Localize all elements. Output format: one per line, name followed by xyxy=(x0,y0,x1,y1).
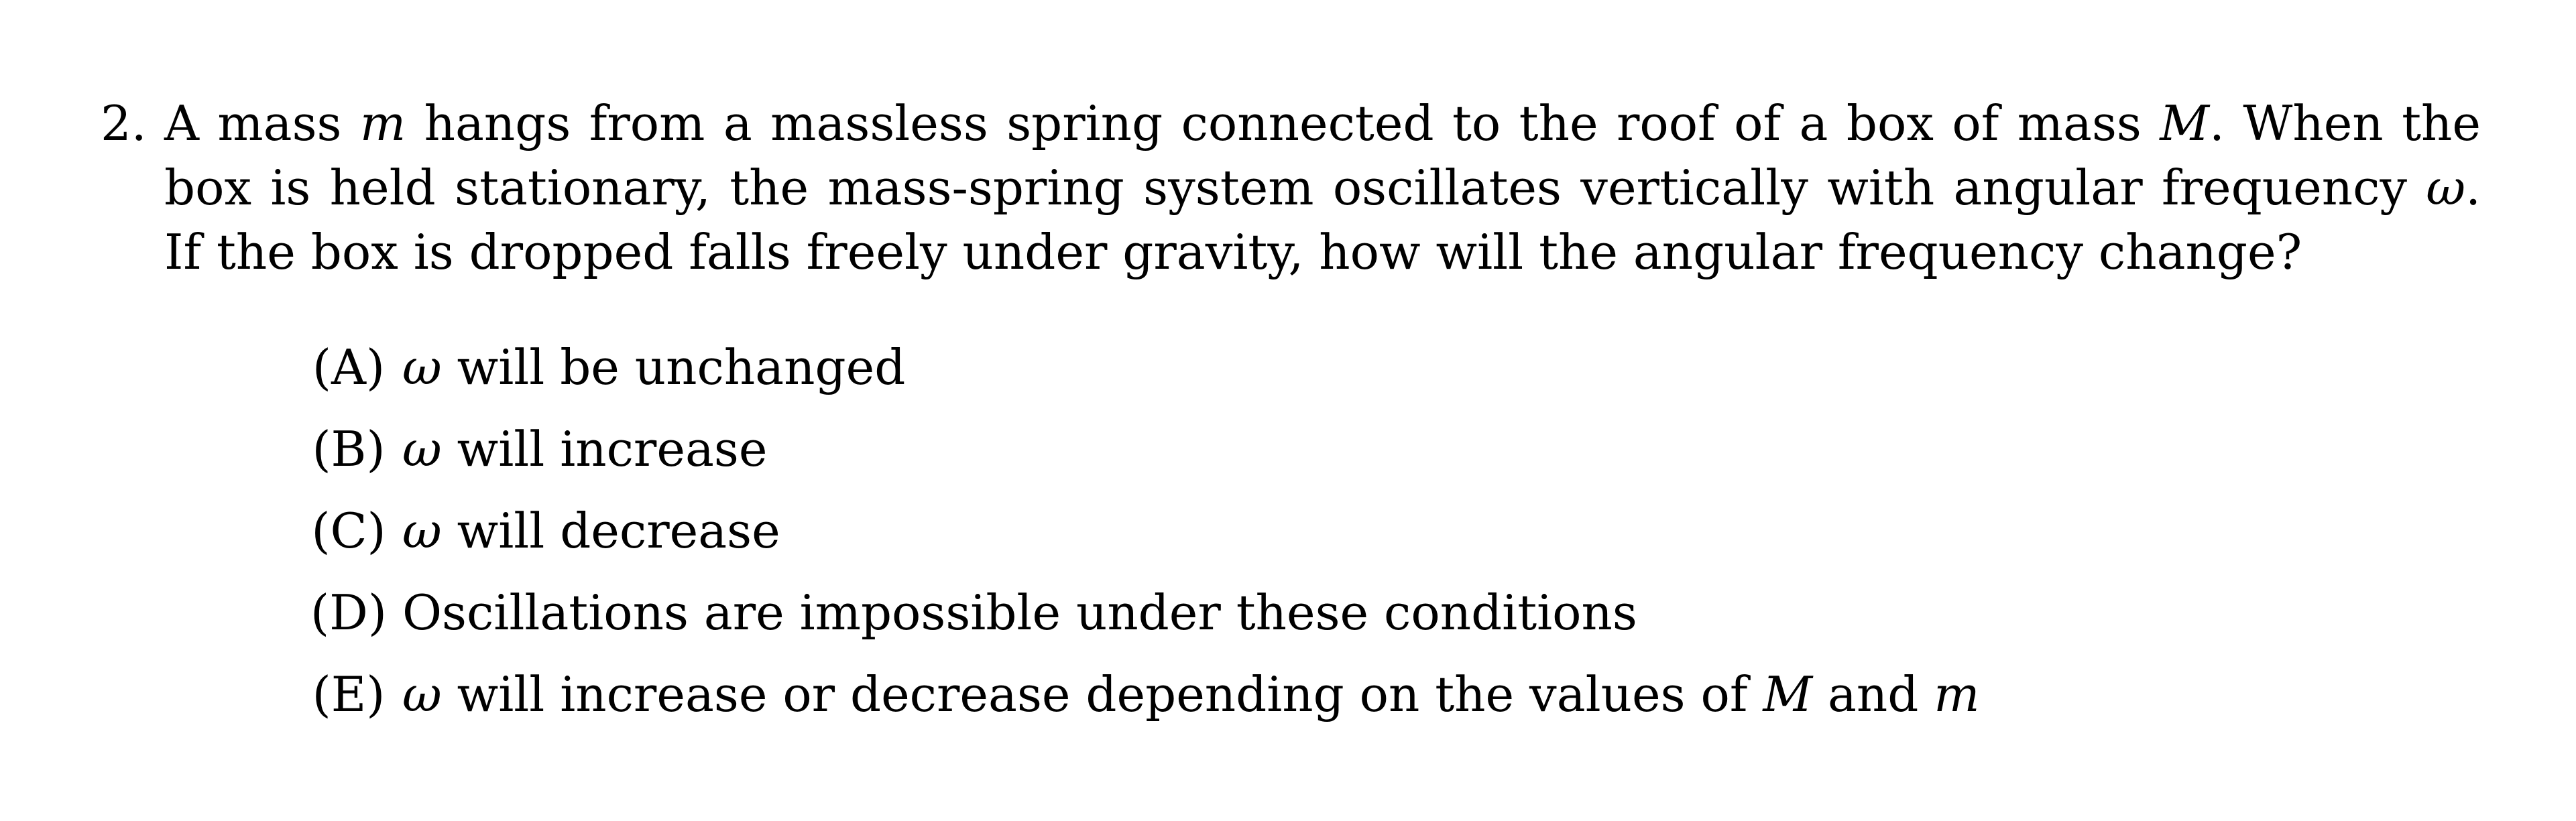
choice-text-body: will increase xyxy=(441,421,768,477)
choice-text: ω will increase or decrease depending on… xyxy=(402,662,1980,727)
choice-text: ω will decrease xyxy=(402,499,780,563)
choice-text-body: and xyxy=(1812,666,1934,722)
variable-omega: ω xyxy=(402,503,442,559)
choice-text: Oscillations are impossible under these … xyxy=(402,584,1637,641)
variable-omega: ω xyxy=(402,339,442,395)
choice-label: (A) xyxy=(312,339,386,395)
choice-label: (D) xyxy=(310,584,387,641)
variable-omega: ω xyxy=(402,666,442,722)
variable-omega: ω xyxy=(402,421,442,477)
variable-M: M xyxy=(1763,666,1813,722)
choice-label: (E) xyxy=(312,666,386,722)
variable-omega: ω xyxy=(2426,160,2466,216)
variable-m: m xyxy=(1934,666,1980,722)
choice-text: ω will increase xyxy=(402,417,767,481)
question-part-2: hangs from a massless spring connected t… xyxy=(406,95,2160,151)
choice-text-body: will increase or decrease depending on t… xyxy=(441,666,1763,722)
choice-label: (B) xyxy=(312,421,386,477)
problem-number: 2. xyxy=(101,95,147,151)
question-part-1: A mass xyxy=(164,95,360,151)
choice-text-body: will be unchanged xyxy=(441,339,906,395)
variable-m: m xyxy=(359,95,406,151)
choice-label: (C) xyxy=(311,503,386,559)
question-text: A mass m hangs from a massless spring co… xyxy=(164,91,2481,284)
choice-text-body: will decrease xyxy=(441,503,780,559)
variable-M: M xyxy=(2160,95,2210,151)
choice-text: ω will be unchanged xyxy=(402,335,905,399)
